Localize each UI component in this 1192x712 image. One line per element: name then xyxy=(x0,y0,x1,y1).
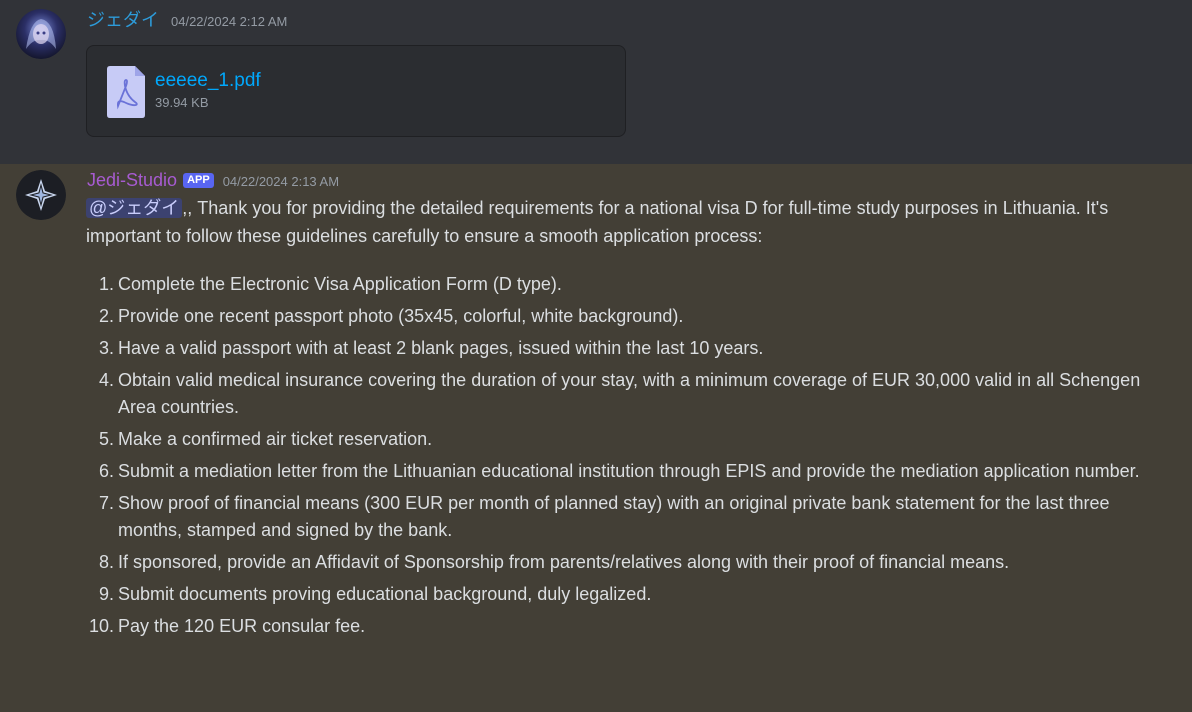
list-number: 6. xyxy=(98,461,114,481)
message-header: ジェダイ 04/22/2024 2:12 AM xyxy=(87,6,287,32)
list-item: 5. Make a confirmed air ticket reservatio… xyxy=(86,426,1146,453)
intro-text: ,, Thank you for providing the detailed … xyxy=(86,198,1109,246)
user-avatar[interactable] xyxy=(16,9,66,59)
list-item: 3. Have a valid passport with at least 2 … xyxy=(86,335,1146,362)
file-name-link[interactable]: eeeee_1.pdf xyxy=(155,70,261,92)
timestamp[interactable]: 04/22/2024 2:12 AM xyxy=(171,14,287,29)
list-number: 7. xyxy=(98,493,114,513)
list-number: 10. xyxy=(88,616,114,636)
list-text: Have a valid passport with at least 2 bl… xyxy=(118,338,764,358)
list-number: 2. xyxy=(98,306,114,326)
list-text: If sponsored, provide an Affidavit of Sp… xyxy=(118,552,1010,572)
list-number: 4. xyxy=(98,370,114,390)
app-badge: APP xyxy=(183,173,214,188)
list-text: Submit a mediation letter from the Lithu… xyxy=(118,461,1140,481)
timestamp[interactable]: 04/22/2024 2:13 AM xyxy=(223,174,339,189)
list-text: Make a confirmed air ticket reservation. xyxy=(118,429,433,449)
message-user: ジェダイ 04/22/2024 2:12 AM eeeee_1.pdf 39.9… xyxy=(0,0,1192,164)
list-number: 8. xyxy=(98,552,114,572)
list-text: Complete the Electronic Visa Application… xyxy=(118,274,562,294)
list-item: 1. Complete the Electronic Visa Applicati… xyxy=(86,271,1146,298)
message-content: @ジェダイ,, Thank you for providing the deta… xyxy=(86,195,1146,645)
user-mention[interactable]: @ジェダイ xyxy=(86,198,183,218)
file-size: 39.94 KB xyxy=(155,95,209,110)
intro-paragraph: @ジェダイ,, Thank you for providing the deta… xyxy=(86,194,1146,250)
username[interactable]: ジェダイ xyxy=(87,6,159,32)
list-text: Show proof of financial means (300 EUR p… xyxy=(118,493,1110,540)
file-attachment[interactable]: eeeee_1.pdf 39.94 KB xyxy=(86,45,626,137)
list-number: 5. xyxy=(98,429,114,449)
list-text: Pay the 120 EUR consular fee. xyxy=(118,616,366,636)
list-item: 7. Show proof of financial means (300 EUR… xyxy=(86,490,1146,544)
list-item: 10. Pay the 120 EUR consular fee. xyxy=(86,613,1146,640)
list-text: Obtain valid medical insurance covering … xyxy=(118,370,1141,417)
pdf-file-icon[interactable] xyxy=(107,66,145,118)
list-text: Provide one recent passport photo (35x45… xyxy=(118,306,684,326)
list-number: 3. xyxy=(98,338,114,358)
list-item: 8. If sponsored, provide an Affidavit of … xyxy=(86,549,1146,576)
message-header: Jedi-Studio APP 04/22/2024 2:13 AM xyxy=(87,170,339,191)
list-number: 1. xyxy=(98,274,114,294)
list-item: 6. Submit a mediation letter from the Lit… xyxy=(86,458,1146,485)
list-item: 9. Submit documents proving educational b… xyxy=(86,581,1146,608)
list-text: Submit documents proving educational bac… xyxy=(118,584,652,604)
message-bot: Jedi-Studio APP 04/22/2024 2:13 AM @ジェダイ… xyxy=(0,164,1192,712)
bot-avatar[interactable] xyxy=(16,170,66,220)
requirements-list: 1. Complete the Electronic Visa Applicati… xyxy=(86,271,1146,640)
list-number: 9. xyxy=(98,584,114,604)
username[interactable]: Jedi-Studio xyxy=(87,170,177,191)
list-item: 4. Obtain valid medical insurance coverin… xyxy=(86,367,1146,421)
list-item: 2. Provide one recent passport photo (35x… xyxy=(86,303,1146,330)
